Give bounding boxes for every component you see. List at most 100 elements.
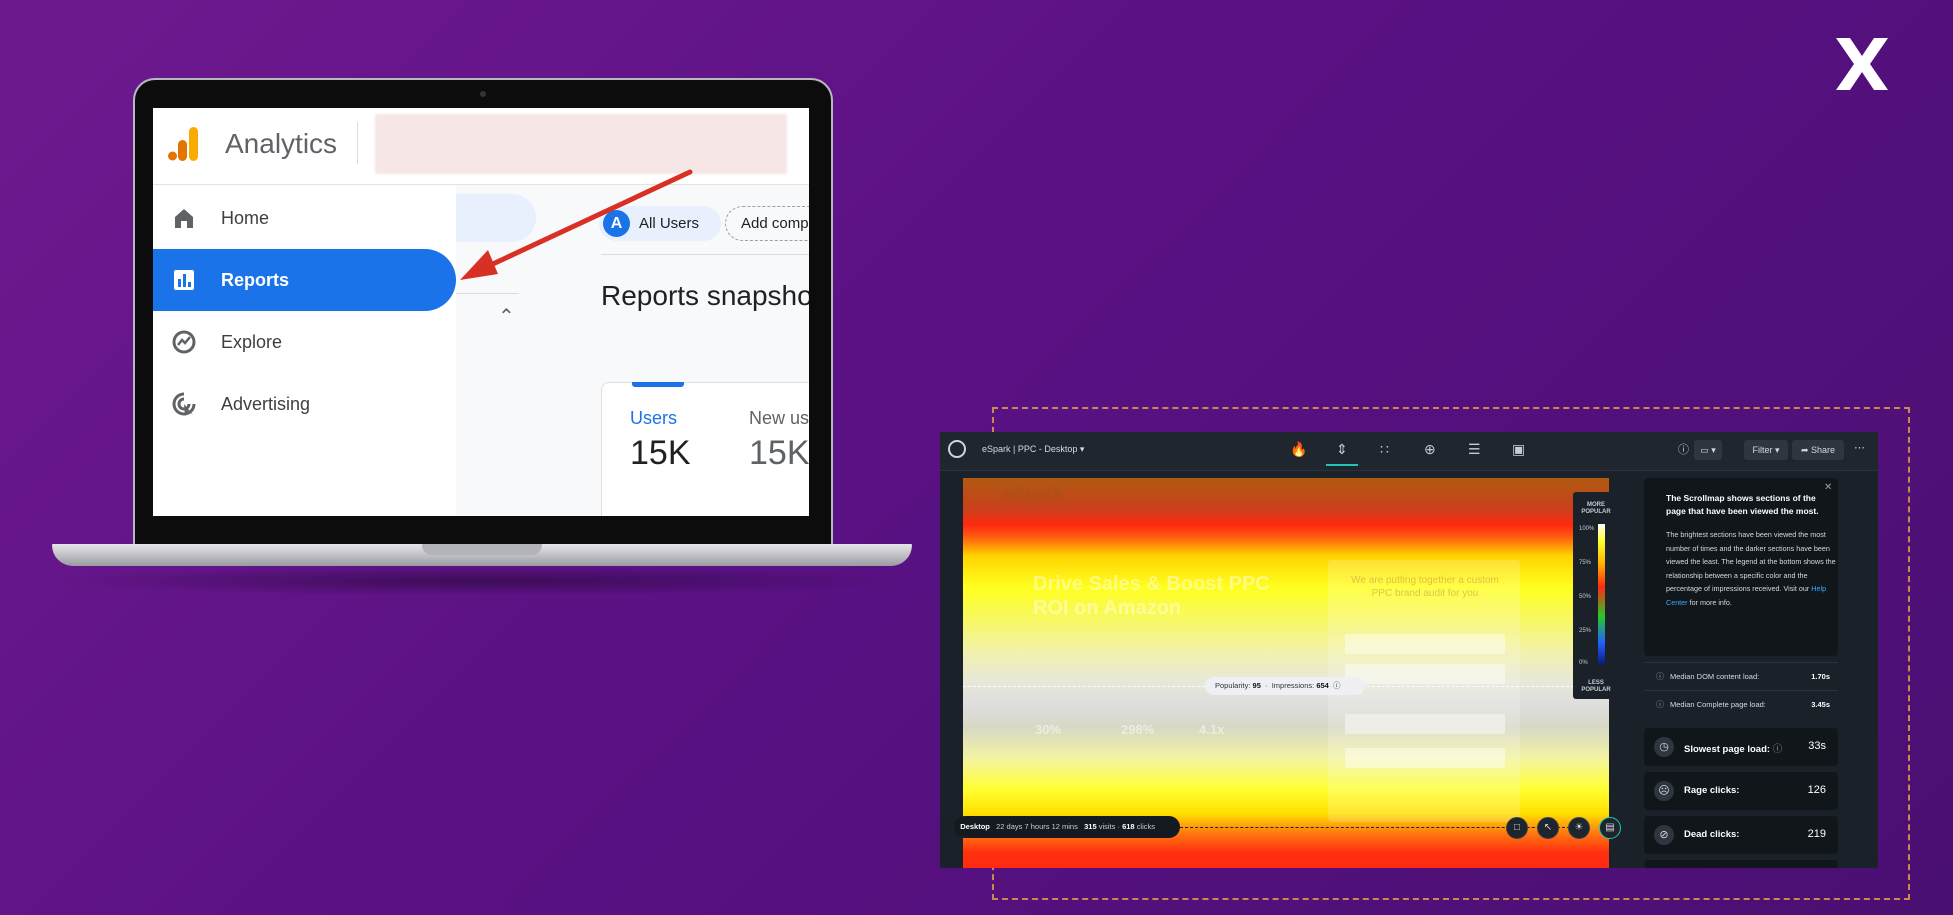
popularity-value: 95 (1252, 681, 1261, 690)
sidebar-item-label: Reports (221, 269, 290, 290)
metric-value: 3.45s (1811, 700, 1830, 709)
legend-tick: 50% (1579, 594, 1592, 600)
laptop-camera (480, 91, 486, 97)
page-logo-faint: eSpark (1003, 484, 1064, 504)
speedometer-icon: ◷ (1654, 737, 1674, 757)
users-metric-value: 15K (630, 434, 691, 472)
home-icon (175, 209, 193, 228)
sidebar-item-reports[interactable]: Reports (153, 249, 456, 311)
metric-value: 219 (1807, 828, 1826, 840)
heatmap-topbar: eSpark | PPC - Desktop ▾ 🔥 ⇕ ∷ ⊕ ☰ ▣ ⓘ ▭… (940, 432, 1878, 471)
page-selector-label: eSpark | PPC - Desktop (982, 444, 1078, 454)
scrollmap-page-preview: eSpark Drive Sales & Boost PPC ROI on Am… (963, 478, 1609, 868)
app-title: Analytics (225, 128, 338, 159)
form-field (1345, 634, 1505, 654)
clicks-label: clicks (1136, 822, 1156, 831)
clicks-value: 618 (1122, 822, 1135, 831)
visits-value: 315 (1084, 822, 1097, 831)
form-field (1345, 664, 1505, 684)
metric-label: Dead clicks: (1684, 829, 1740, 840)
topbar-divider (357, 122, 358, 164)
more-options-icon[interactable]: ⋯ (1854, 441, 1865, 454)
no-entry-icon: ⊘ (1654, 825, 1674, 845)
heatmap-app: eSpark | PPC - Desktop ▾ 🔥 ⇕ ∷ ⊕ ☰ ▣ ⓘ ▭… (940, 432, 1878, 868)
metric-value: 1.70s (1811, 672, 1830, 681)
session-summary-bar: Desktop 22 days 7 hours 12 mins 315 visi… (954, 816, 1180, 838)
sidebar-item-label: Home (221, 207, 270, 228)
dead-clicks-card[interactable]: ⊘ Dead clicks: 219 (1644, 816, 1838, 854)
legend-bottom-label: LESS POPULAR (1581, 680, 1611, 693)
brightness-icon[interactable]: ☀ (1568, 817, 1590, 839)
metric-value: 126 (1807, 784, 1826, 796)
info-icon[interactable]: ⓘ (1656, 691, 1664, 719)
sidebar-item-advertising[interactable]: Advertising (153, 373, 456, 435)
page-stat-faint: 30% (1035, 722, 1062, 737)
list-icon[interactable]: ☰ (1468, 441, 1481, 458)
page-selector[interactable]: eSpark | PPC - Desktop ▾ (982, 444, 1084, 455)
sidebar-item-label: Explore (221, 331, 283, 352)
legend-top-label: MORE POPULAR (1581, 502, 1611, 515)
active-tool-indicator (1326, 464, 1358, 466)
new-users-metric-value: 15K (749, 434, 809, 472)
page-stat-faint: 298% (1121, 722, 1155, 737)
users-metric-label[interactable]: Users (630, 408, 677, 429)
laptop-shadow (52, 566, 912, 596)
angry-face-icon: ☹ (1654, 781, 1674, 801)
sidebar-item-home[interactable]: Home (153, 187, 456, 249)
x-logo-icon (1836, 38, 1888, 90)
scrollmap-info-panel: ✕ The Scrollmap shows sections of the pa… (1644, 478, 1838, 656)
legend-tick: 100% (1579, 526, 1595, 532)
legend-gradient (1598, 524, 1605, 664)
app-logo-icon[interactable] (948, 440, 966, 458)
device-label: Desktop (960, 822, 990, 831)
laptop-notch (422, 544, 542, 555)
impressions-label: Impressions: (1271, 681, 1315, 690)
advertising-icon (172, 392, 196, 416)
video-icon[interactable]: ▣ (1512, 441, 1525, 458)
page-form-title-faint: We are putting together a custom PPC bra… (1351, 575, 1499, 599)
legend-tick: 75% (1579, 560, 1592, 566)
analytics-sidebar: Home Reports Explore Advertising (153, 185, 456, 516)
form-field (1345, 714, 1505, 734)
click-select-icon[interactable]: ↖ (1537, 817, 1559, 839)
info-icon[interactable]: ⓘ (1333, 681, 1341, 690)
info-icon[interactable]: ⓘ (1773, 744, 1783, 755)
metric-label: Rage clicks: (1684, 785, 1740, 796)
sidebar-item-label: Advertising (221, 393, 311, 414)
info-icon[interactable]: ⓘ (1678, 441, 1689, 457)
metric-label: Median DOM content load: (1670, 672, 1760, 681)
next-metric-card-partial (1644, 860, 1838, 868)
reports-icon (174, 270, 194, 290)
filter-label: Filter (1752, 445, 1773, 455)
chevron-up-icon[interactable]: ⌃ (498, 304, 515, 329)
median-complete-load-row: ⓘ Median Complete page load: 3.45s (1644, 690, 1838, 719)
plus-circle-icon[interactable]: ⊕ (1424, 441, 1436, 458)
metrics-card-active-tab (632, 382, 684, 387)
grid-icon[interactable]: ∷ (1380, 441, 1389, 458)
sidebar-item-explore[interactable]: Explore (153, 311, 456, 373)
scrollmap-icon[interactable]: ⇕ (1336, 441, 1348, 458)
median-dom-load-row: ⓘ Median DOM content load: 1.70s (1644, 662, 1838, 691)
chart-icon[interactable]: ▤ (1599, 817, 1621, 839)
rage-clicks-card[interactable]: ☹ Rage clicks: 126 (1644, 772, 1838, 810)
info-body-tail: for more info. (1689, 597, 1732, 607)
device-selector[interactable]: ▭ ▾ (1694, 440, 1722, 460)
laptop-bezel-right (809, 108, 819, 516)
slowest-page-load-card[interactable]: ◷ Slowest page load: ⓘ 33s (1644, 728, 1838, 766)
filter-button[interactable]: Filter ▾ (1744, 440, 1788, 460)
new-users-metric-label[interactable]: New us (749, 408, 809, 429)
popularity-tooltip[interactable]: Popularity: 95 · Impressions: 654 ⓘ (1205, 677, 1365, 695)
comment-icon[interactable]: □ (1506, 817, 1528, 839)
legend-tick: 0% (1579, 660, 1588, 666)
page-headline-faint: Drive Sales & Boost PPC ROI on Amazon (1033, 573, 1270, 619)
legend-tick: 25% (1579, 628, 1592, 634)
info-body: The brightest sections have been viewed … (1666, 528, 1836, 609)
flame-icon[interactable]: 🔥 (1290, 441, 1307, 458)
popularity-label: Popularity: (1215, 681, 1251, 690)
form-field (1345, 748, 1505, 768)
share-button[interactable]: ➦ Share (1792, 440, 1844, 460)
info-icon[interactable]: ⓘ (1656, 663, 1664, 691)
share-label: Share (1811, 445, 1836, 455)
visits-label: visits (1098, 822, 1116, 831)
analytics-logo-icon (168, 127, 198, 161)
